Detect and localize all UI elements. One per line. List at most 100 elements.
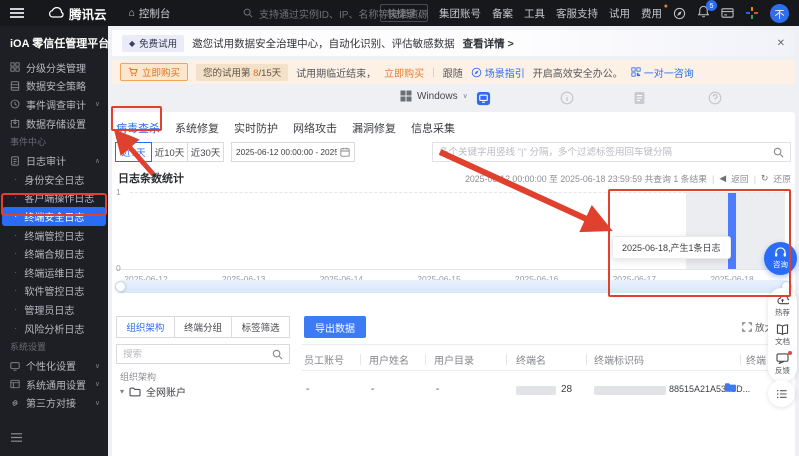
menu-trial[interactable]: 试用: [609, 6, 630, 21]
topbar-search[interactable]: 支持通过实例ID、IP、名称等搜索资源: [243, 0, 428, 26]
sidebar-item-log-audit[interactable]: 日志审计 ∧: [0, 151, 108, 170]
caret-down-icon: ▾: [120, 387, 125, 396]
org-view-tabs: 组织架构 终端分组 标签筛选: [116, 316, 290, 338]
consult-bubble[interactable]: 咨询: [764, 242, 797, 275]
trial-banner: ◆ 免费试用 邀您试用数据安全治理中心，自动化识别、评估敏感数据 查看详情 > …: [112, 30, 795, 56]
range-10d-button[interactable]: 近10天: [151, 142, 188, 162]
buy-now-link[interactable]: 立即购买: [384, 65, 424, 80]
tab-tag-filter[interactable]: 标签筛选: [232, 317, 290, 337]
sidebar-item-terminal-ops-log[interactable]: · 终端运维日志: [0, 263, 108, 282]
tree-node-all-accounts[interactable]: ▾ 全网账户: [120, 384, 186, 399]
circle-info-icon[interactable]: [560, 91, 574, 105]
range-30d-button[interactable]: 近30天: [187, 142, 224, 162]
tab-vulnerability-fix[interactable]: 漏洞修复: [352, 120, 396, 136]
chevron-down-icon: ∨: [94, 362, 100, 370]
chart-header-info: 2025-06-12 00:00:00 至 2025-06-18 23:59:5…: [465, 172, 791, 185]
storage-icon: [10, 118, 20, 128]
restore-icon[interactable]: ↻: [761, 173, 768, 184]
bullet-icon: ·: [14, 285, 18, 297]
cell-terminal-id-suffix: 88515A21A5348D...: [669, 384, 751, 394]
sidebar-item-classification[interactable]: 分级分类管理: [0, 58, 108, 77]
menu-tools[interactable]: 工具: [524, 6, 545, 21]
billing-label: 费用: [641, 7, 662, 20]
sidebar-item-third-party[interactable]: 第三方对接 ∨: [0, 394, 108, 413]
chart-brush-scrollbar[interactable]: [115, 280, 792, 293]
tab-org-structure[interactable]: 组织架构: [117, 317, 175, 337]
back-icon[interactable]: ◀: [719, 173, 726, 184]
sidebar-item-terminal-security-log[interactable]: · 终端安全日志: [2, 207, 106, 226]
expand-icon: [742, 322, 752, 332]
sidebar-item-client-op-log[interactable]: · 客户端操作日志: [0, 189, 108, 208]
menu-billing[interactable]: 费用 ●: [641, 3, 668, 21]
one-on-one-consult-link[interactable]: 一对一咨询: [631, 65, 694, 80]
one-on-one-consult-label: 一对一咨询: [643, 68, 694, 80]
range-7d-button[interactable]: 近7天: [115, 142, 152, 162]
tab-terminal-group[interactable]: 终端分组: [174, 317, 233, 337]
tab-virus-scan[interactable]: 病毒查杀: [116, 120, 160, 136]
column-divider: [506, 354, 507, 365]
keyword-search-box: [432, 142, 791, 162]
tencent-cloud-logo[interactable]: 腾讯云: [48, 4, 107, 23]
qr-icon: [631, 67, 641, 77]
terminal-monitor-icon[interactable]: [476, 91, 491, 106]
sidebar-item-software-control-log[interactable]: · 软件管控日志: [0, 282, 108, 301]
sidebar-item-label: 终端合规日志: [24, 250, 85, 262]
cell-terminal-suffix: 28: [561, 384, 573, 395]
avatar[interactable]: 不: [770, 3, 789, 23]
sidebar-item-incident-audit[interactable]: 事件调查审计 ∨: [0, 95, 108, 114]
tab-network-attack[interactable]: 网络攻击: [293, 120, 337, 136]
rewards-spark-icon[interactable]: [745, 6, 759, 20]
export-data-button[interactable]: 导出数据: [304, 316, 366, 338]
rail-collapse-button[interactable]: [768, 380, 795, 407]
sidebar-item-admin-log[interactable]: · 管理员日志: [0, 300, 108, 319]
compass-icon[interactable]: [673, 7, 686, 20]
menu-icp[interactable]: 备案: [492, 6, 513, 21]
y-axis-label-min: 0: [116, 263, 121, 273]
rail-item-docs[interactable]: 文档: [775, 324, 790, 347]
sidebar-item-system-general[interactable]: 系统通用设置 ∨: [0, 375, 108, 394]
keyword-search-input[interactable]: [439, 146, 773, 158]
circle-help-icon[interactable]: [708, 91, 722, 105]
search-icon[interactable]: [272, 349, 283, 360]
free-trial-badge: ◆ 免费试用: [122, 34, 185, 52]
sidebar-item-personalization[interactable]: 个性化设置 ∨: [0, 356, 108, 375]
platform-bar: Windows ∨: [108, 88, 799, 110]
menu-group-account[interactable]: 集团账号: [439, 6, 481, 21]
billing-card-icon[interactable]: [721, 7, 734, 19]
tab-realtime-protection[interactable]: 实时防护: [234, 120, 278, 136]
brush-handle-left[interactable]: [115, 281, 126, 292]
org-search-input[interactable]: [123, 348, 272, 360]
date-range-picker[interactable]: 2025-06-12 00:00:00 - 2025-06-18 23:59:5…: [231, 142, 355, 162]
tab-system-repair[interactable]: 系统修复: [175, 120, 219, 136]
platform-select[interactable]: Windows ∨: [400, 90, 468, 102]
scene-guide-link[interactable]: 场景指引: [471, 65, 525, 80]
col-header-account: 员工账号: [304, 356, 344, 367]
sidebar-item-identity-log[interactable]: · 身份安全日志: [0, 170, 108, 189]
windows-logo-icon: [400, 90, 412, 102]
sidebar-item-terminal-compliance-log[interactable]: · 终端合规日志: [0, 244, 108, 263]
sidebar-item-data-security-policy[interactable]: 数据安全策略: [0, 77, 108, 96]
tab-info-collection[interactable]: 信息采集: [411, 120, 455, 136]
doc-grey-icon[interactable]: [633, 91, 646, 105]
sidebar-item-data-storage[interactable]: 数据存储设置: [0, 114, 108, 133]
rail-item-hot-picks[interactable]: 热荐: [775, 294, 790, 318]
sidebar-item-risk-analysis-log[interactable]: · 风险分析日志: [0, 319, 108, 338]
buy-now-label: 立即购买: [142, 68, 181, 79]
sidebar-collapse-button[interactable]: [10, 430, 23, 448]
view-details-link[interactable]: 查看详情 >: [463, 36, 514, 51]
chart-plot: 1 0 2025-06-18,产生1条日志 2025-06-12 2025-06-…: [116, 187, 791, 284]
hamburger-menu-icon[interactable]: [10, 6, 24, 20]
rail-item-label: 文档: [775, 337, 790, 346]
folder-blue-icon[interactable]: [724, 382, 737, 393]
buy-now-button[interactable]: 立即购买: [120, 63, 189, 81]
sidebar-item-terminal-control-log[interactable]: · 终端管控日志: [0, 226, 108, 245]
notifications-bell[interactable]: 5: [697, 0, 717, 21]
console-link[interactable]: ⌂ 控制台: [129, 6, 171, 21]
restore-label[interactable]: 还原: [773, 172, 791, 185]
back-label[interactable]: 返回: [731, 172, 749, 185]
rail-item-feedback[interactable]: 反馈: [775, 351, 792, 376]
close-icon[interactable]: ✕: [777, 38, 785, 49]
menu-support[interactable]: 客服支持: [556, 6, 598, 21]
search-icon[interactable]: [773, 147, 784, 158]
cloud-logo-icon: [49, 7, 64, 18]
